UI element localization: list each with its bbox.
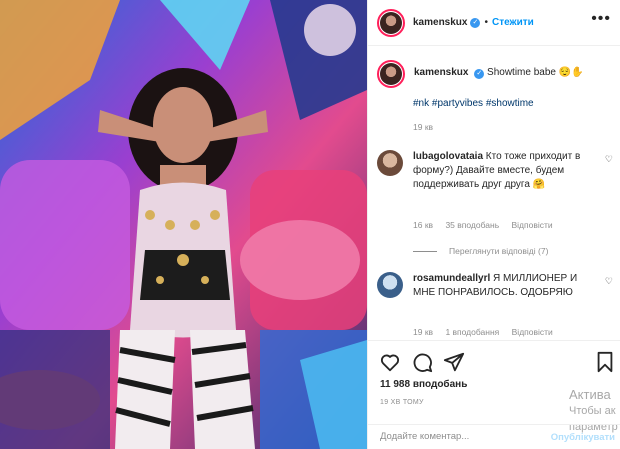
instagram-post: kamenskux ✓ • Стежити ••• kamenskux ✓ Sh… [0, 0, 620, 449]
comment-body: lubagolovataia Кто тоже приходит в форму… [413, 150, 589, 192]
comment-time[interactable]: 16 кв [413, 220, 433, 230]
view-replies-label: Переглянути відповіді (7) [449, 246, 549, 256]
comment-reply-button[interactable]: Відповісти [512, 327, 553, 337]
comment-username[interactable]: rosamundeallyrl [413, 273, 490, 284]
caption-avatar[interactable] [377, 60, 405, 88]
comment-reply-button[interactable]: Відповісти [512, 220, 553, 230]
verified-badge-icon: ✓ [470, 17, 481, 28]
author-username[interactable]: kamenskux [413, 17, 467, 28]
caption-text: Showtime babe 😌✋ [487, 67, 584, 78]
publish-button[interactable]: Опублікувати [551, 432, 615, 443]
replies-divider [413, 250, 437, 252]
comment-time[interactable]: 19 кв [413, 327, 433, 337]
caption-hashtags[interactable]: #nk #partyvibes #showtime [413, 98, 534, 109]
follow-button[interactable]: Стежити [492, 17, 534, 28]
comment-item: rosamundeallyrl Я МИЛЛИОНЕР И МНЕ ПОНРАВ… [377, 272, 613, 332]
post-actions [368, 340, 620, 380]
comment-avatar[interactable] [377, 272, 403, 298]
share-icon[interactable] [443, 351, 465, 373]
comment-likes[interactable]: 35 вподобань [445, 220, 499, 230]
post-photo[interactable] [0, 0, 367, 449]
post-header: kamenskux ✓ • Стежити ••• [368, 0, 620, 46]
post-photo-illustration [0, 0, 367, 449]
comment-likes[interactable]: 1 вподобання [445, 327, 499, 337]
comment-input[interactable] [380, 431, 540, 442]
comment-body: rosamundeallyrl Я МИЛЛИОНЕР И МНЕ ПОНРАВ… [413, 272, 589, 300]
caption-username[interactable]: kamenskux [414, 67, 468, 78]
heart-icon[interactable]: ♡ [605, 276, 613, 287]
view-replies-button[interactable]: Переглянути відповіді (7) [413, 246, 548, 256]
bookmark-icon[interactable] [594, 351, 616, 373]
verified-badge-icon: ✓ [474, 69, 485, 79]
more-options-icon[interactable]: ••• [591, 11, 611, 27]
comment-meta: 16 кв 35 вподобань Відповісти [413, 220, 563, 230]
header-separator: • [484, 17, 488, 28]
posted-time[interactable]: 19 ХВ ТОМУ [380, 399, 424, 406]
likes-count[interactable]: 11 988 вподобань [380, 379, 467, 390]
post-caption: kamenskux ✓ Showtime babe 😌✋ [377, 60, 617, 88]
comment-composer: Опублікувати [368, 424, 620, 449]
author-avatar[interactable] [377, 8, 405, 37]
comment-item: lubagolovataia Кто тоже приходит в форму… [377, 150, 613, 230]
comment-icon[interactable] [411, 351, 433, 373]
comment-avatar[interactable] [377, 150, 403, 176]
comment-meta: 19 кв 1 вподобання Відповісти [413, 327, 563, 337]
comment-username[interactable]: lubagolovataia [413, 151, 483, 162]
heart-icon[interactable] [379, 351, 401, 373]
heart-icon[interactable]: ♡ [605, 154, 613, 165]
caption-time[interactable]: 19 кв [413, 122, 433, 132]
post-sidebar: kamenskux ✓ • Стежити ••• kamenskux ✓ Sh… [367, 0, 620, 449]
